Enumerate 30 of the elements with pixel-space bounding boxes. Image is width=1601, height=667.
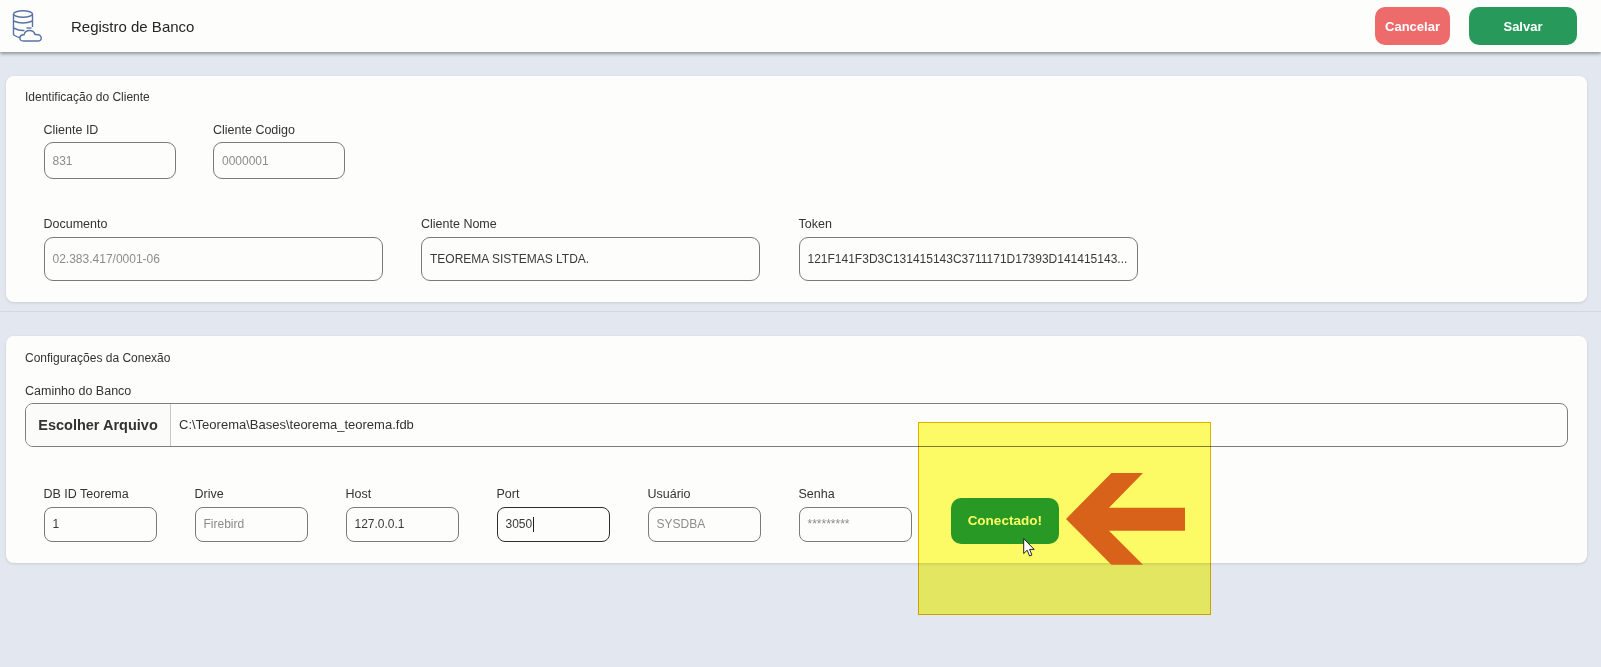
save-button[interactable]: Salvar [1469,7,1577,45]
mouse-pointer-icon [1023,538,1035,557]
database-cloud-icon [12,10,43,42]
arrow-icon [1066,473,1186,565]
input-field[interactable]: TEOREMA SISTEMAS LTDA. [421,237,760,281]
cancel-button[interactable]: Cancelar [1375,7,1450,45]
field-label: Caminho do Banco [25,383,133,399]
field-label: Cliente Codigo [213,122,296,138]
field-label: Senha [798,487,836,502]
field-label: Cliente ID [43,122,100,138]
section-title: Configurações da Conexão [25,351,172,365]
input-field[interactable]: 121F141F3D3C131415143C3711171D17393D141415143... [798,237,1138,281]
field-label: Token [798,217,833,232]
section-title: Identificação do Cliente [25,90,151,104]
field-label: Usuário [647,487,692,502]
input-field[interactable]: 1 [43,506,157,542]
choose-file-button[interactable]: Escolher Arquivo [26,404,171,446]
file-path-field[interactable]: C:\Teorema\Bases\teorema_teorema.fdb [171,404,1567,446]
input-field[interactable]: 127.0.0.1 [345,506,459,542]
file-picker[interactable]: Escolher Arquivo C:\Teorema\Bases\teorema_teorema.fdb [25,403,1568,447]
page-title: Registro de Banco [71,17,195,35]
field-label: Drive [194,487,225,502]
input-field[interactable]: 3050 [496,506,610,542]
field-label: DB ID Teorema [43,487,130,502]
field-label: Port [496,487,521,502]
connection-status-button[interactable]: Conectado! [951,497,1059,544]
field-label: Host [345,487,373,502]
field-label: Cliente Nome [421,217,498,232]
text-cursor-icon [533,516,535,532]
field-label: Documento [43,217,109,232]
